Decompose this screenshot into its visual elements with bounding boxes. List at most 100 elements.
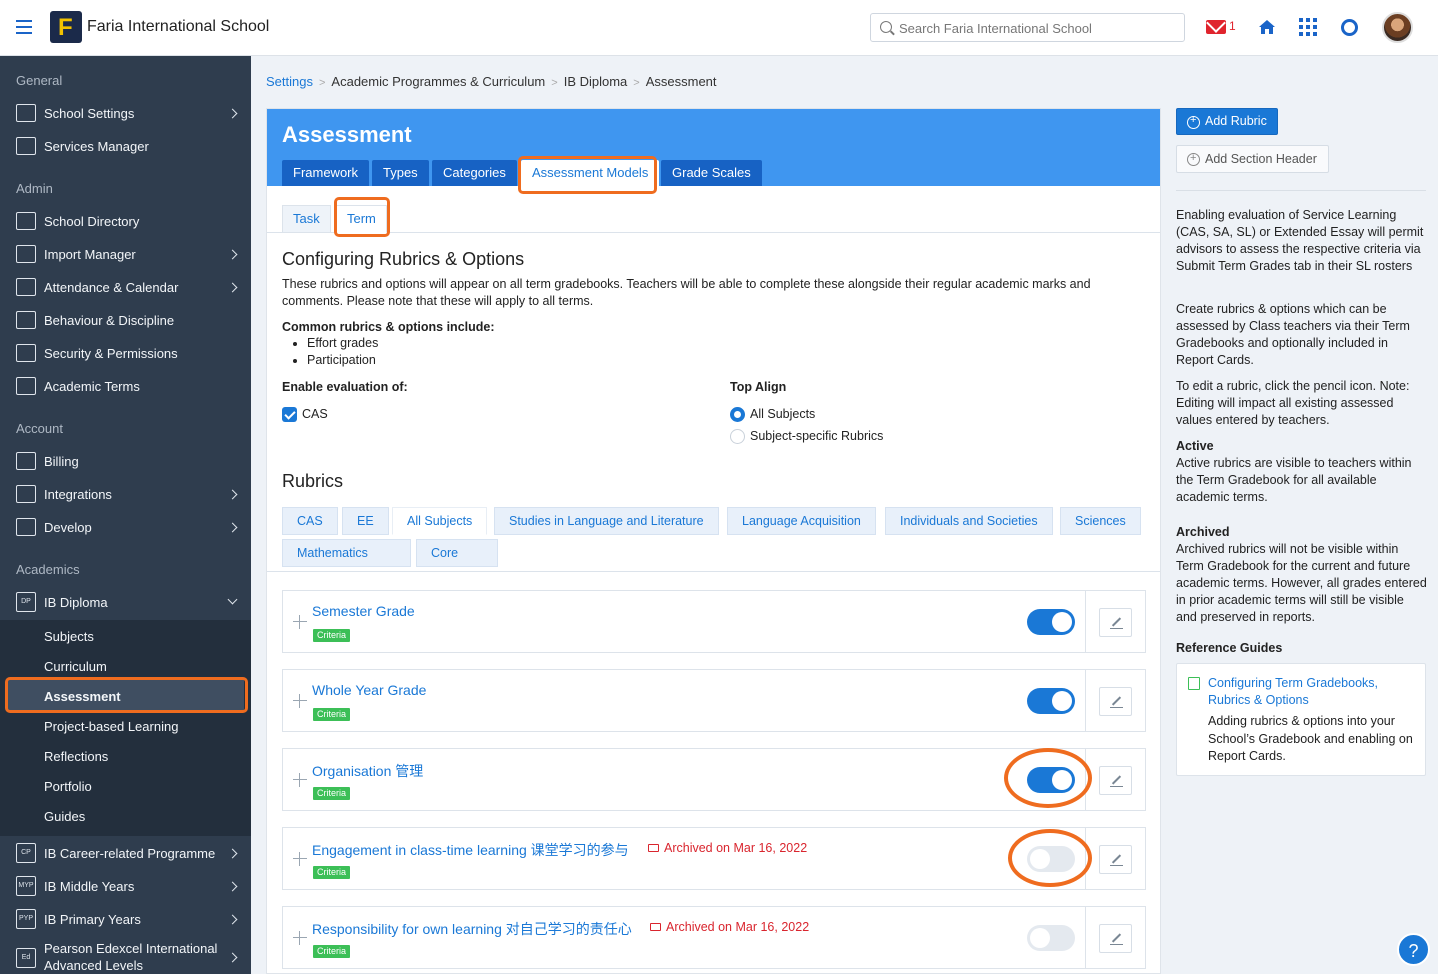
sidebar-item-school-settings[interactable]: School Settings xyxy=(0,99,251,129)
tab-types[interactable]: Types xyxy=(372,160,429,186)
filter-language-acquisition[interactable]: Language Acquisition xyxy=(727,507,876,535)
user-avatar[interactable] xyxy=(1382,12,1413,43)
home-icon[interactable] xyxy=(1258,18,1276,36)
edit-pencil-button[interactable] xyxy=(1099,687,1132,716)
submenu-item-portfolio[interactable]: Portfolio xyxy=(44,779,92,794)
sidebar-item-import-manager[interactable]: Import Manager xyxy=(0,240,251,270)
breadcrumb-academic-programmes: Academic Programmes & Curriculum xyxy=(331,74,546,89)
guide-description: Adding rubrics & options into your Schoo… xyxy=(1208,714,1413,763)
mail-count-badge: 1 xyxy=(1229,19,1236,33)
guide-link[interactable]: Configuring Term Gradebooks, Rubrics & O… xyxy=(1208,675,1413,709)
search-box[interactable] xyxy=(870,13,1185,42)
filter-studies-language-literature[interactable]: Studies in Language and Literature xyxy=(494,507,719,535)
radio-subject-specific[interactable] xyxy=(730,429,745,444)
active-toggle[interactable] xyxy=(1027,925,1075,951)
cp-icon: CP xyxy=(16,843,36,863)
sidebar-item-billing[interactable]: Billing xyxy=(0,447,251,477)
edit-pencil-button[interactable] xyxy=(1099,766,1132,795)
submenu-item-reflections[interactable]: Reflections xyxy=(44,749,108,764)
sidebar-item-label: School Directory xyxy=(44,214,140,229)
sidebar-item-label: IB Career-related Programme xyxy=(44,846,216,861)
filter-mathematics[interactable]: Mathematics xyxy=(282,539,411,567)
menu-icon[interactable] xyxy=(16,20,32,34)
sidebar-item-ib-middle-years[interactable]: MYP IB Middle Years xyxy=(0,872,251,902)
filter-individuals-societies[interactable]: Individuals and Societies xyxy=(885,507,1053,535)
reference-guides-heading: Reference Guides xyxy=(1176,641,1283,655)
radio-all-subjects[interactable] xyxy=(730,407,745,422)
archive-box-icon xyxy=(650,923,661,931)
card-divider xyxy=(1085,591,1086,652)
chevron-down-icon xyxy=(227,594,238,605)
cas-checkbox[interactable] xyxy=(282,407,297,422)
help-text-create-rubrics: Create rubrics & options which can be as… xyxy=(1176,302,1410,367)
drag-handle-icon[interactable] xyxy=(293,615,307,629)
active-toggle[interactable] xyxy=(1027,609,1075,635)
card-divider xyxy=(1085,670,1086,731)
search-input[interactable] xyxy=(899,18,1179,38)
rubric-title[interactable]: Whole Year Grade xyxy=(312,682,426,698)
mail-icon[interactable] xyxy=(1206,20,1226,34)
submenu-item-subjects[interactable]: Subjects xyxy=(44,629,94,644)
add-section-header-button[interactable]: Add Section Header xyxy=(1176,145,1329,173)
sidebar-item-ib-primary-years[interactable]: PYP IB Primary Years xyxy=(0,905,251,935)
sidebar-item-develop[interactable]: Develop xyxy=(0,513,251,543)
sidebar-item-label: Behaviour & Discipline xyxy=(44,313,175,328)
rubric-title[interactable]: Semester Grade xyxy=(312,603,415,619)
sidebar-item-school-directory[interactable]: School Directory xyxy=(0,207,251,237)
breadcrumb-separator-icon: > xyxy=(318,77,326,89)
rubric-title[interactable]: Responsibility for own learning 对自己学习的责任… xyxy=(312,919,632,939)
sidebar-item-ib-diploma[interactable]: DP IB Diploma xyxy=(0,588,251,618)
drag-handle-icon[interactable] xyxy=(293,694,307,708)
sidebar-item-ib-career[interactable]: CP IB Career-related Programme xyxy=(0,839,251,869)
tab-grade-scales[interactable]: Grade Scales xyxy=(661,160,762,186)
sidebar-section-general: General xyxy=(16,73,63,88)
filter-cas[interactable]: CAS xyxy=(282,507,338,535)
sidebar-item-label: Pearson Edexcel International xyxy=(44,941,218,956)
rubric-title[interactable]: Engagement in class-time learning 课堂学习的参… xyxy=(312,840,629,860)
apps-grid-icon[interactable] xyxy=(1299,18,1317,36)
submenu-item-project-based-learning[interactable]: Project-based Learning xyxy=(44,719,178,734)
tab-categories[interactable]: Categories xyxy=(432,160,517,186)
sidebar-item-label: Import Manager xyxy=(44,247,136,262)
add-rubric-button[interactable]: Add Rubric xyxy=(1176,108,1278,135)
submenu-item-guides[interactable]: Guides xyxy=(44,809,85,824)
breadcrumb-settings[interactable]: Settings xyxy=(266,74,313,89)
help-button[interactable]: ? xyxy=(1397,933,1430,966)
sidebar-item-services-manager[interactable]: Services Manager xyxy=(0,132,251,162)
filter-core[interactable]: Core xyxy=(416,539,498,567)
chevron-right-icon xyxy=(227,952,238,963)
edit-pencil-button[interactable] xyxy=(1099,608,1132,637)
drag-handle-icon[interactable] xyxy=(293,931,307,945)
highlight-ring-assessment xyxy=(5,677,248,713)
filter-sciences[interactable]: Sciences xyxy=(1060,507,1141,535)
active-toggle[interactable] xyxy=(1027,688,1075,714)
sidebar-item-behaviour-discipline[interactable]: Behaviour & Discipline xyxy=(0,306,251,336)
rubric-card: Whole Year Grade Criteria xyxy=(282,669,1146,732)
sidebar-item-attendance-calendar[interactable]: Attendance & Calendar xyxy=(0,273,251,303)
rubric-title[interactable]: Organisation 管理 xyxy=(312,761,423,781)
sidebar-item-integrations[interactable]: Integrations xyxy=(0,480,251,510)
chevron-right-icon xyxy=(227,489,238,500)
sidebar-item-label: IB Primary Years xyxy=(44,912,141,927)
filter-ee[interactable]: EE xyxy=(342,507,389,535)
subtab-task[interactable]: Task xyxy=(282,205,331,233)
edit-pencil-button[interactable] xyxy=(1099,924,1132,953)
sidebar-item-pearson-edexcel[interactable]: Ed Pearson Edexcel International Advance… xyxy=(0,940,251,974)
layers-icon xyxy=(16,485,36,503)
support-icon[interactable] xyxy=(1341,19,1358,36)
sidebar-item-academic-terms[interactable]: Academic Terms xyxy=(0,372,251,402)
flag-icon xyxy=(16,311,36,329)
drag-handle-icon[interactable] xyxy=(293,773,307,787)
drag-handle-icon[interactable] xyxy=(293,852,307,866)
common-rubrics-label: Common rubrics & options include: xyxy=(282,320,495,334)
sidebar-item-security-permissions[interactable]: Security & Permissions xyxy=(0,339,251,369)
submenu-item-curriculum[interactable]: Curriculum xyxy=(44,659,107,674)
radio-subject-specific-label: Subject-specific Rubrics xyxy=(750,429,884,443)
filter-all-subjects[interactable]: All Subjects xyxy=(392,507,488,535)
edit-pencil-button[interactable] xyxy=(1099,845,1132,874)
school-logo[interactable] xyxy=(50,11,82,43)
school-name[interactable]: Faria International School xyxy=(87,18,269,36)
tab-framework[interactable]: Framework xyxy=(282,160,370,186)
criteria-badge: Criteria xyxy=(313,945,351,958)
lock-icon xyxy=(16,344,36,362)
